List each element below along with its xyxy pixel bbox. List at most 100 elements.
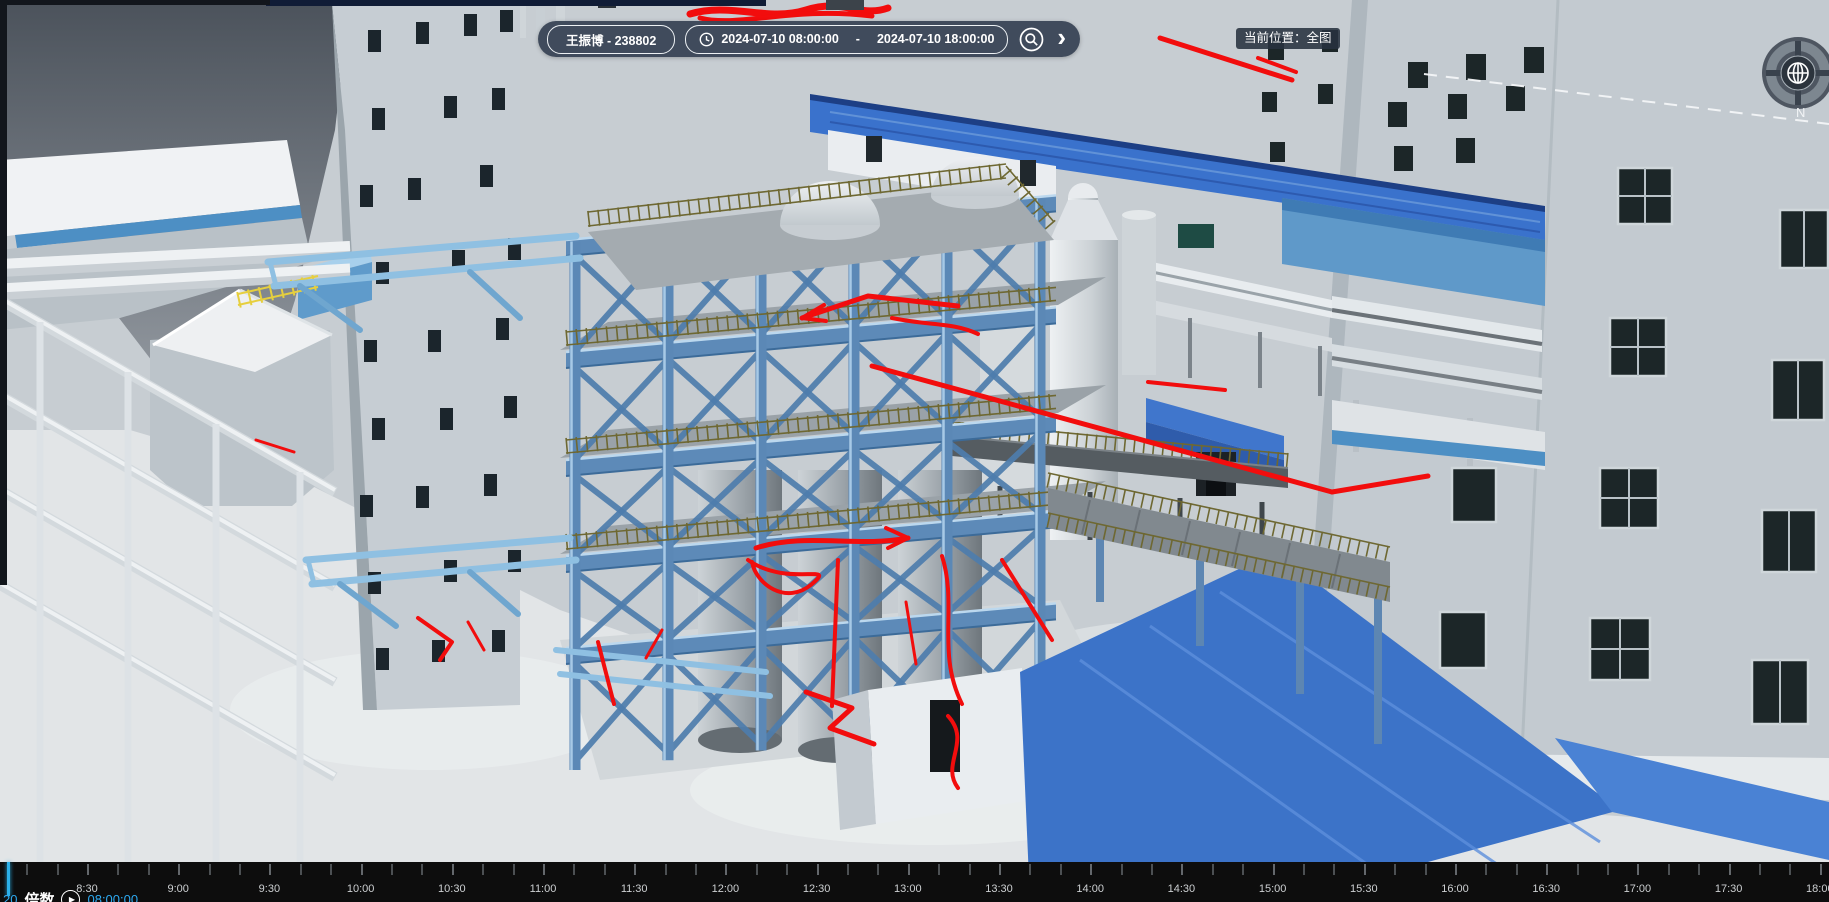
timeline-label: 11:30: [621, 883, 648, 895]
timeline-tick: [57, 864, 59, 875]
search-icon: [1018, 26, 1045, 53]
timeline-tick: [1698, 864, 1700, 875]
time-end: 2024-07-10 18:00:00: [877, 32, 994, 46]
timeline-label: 17:30: [1715, 883, 1743, 895]
timeline-tick: [148, 864, 150, 875]
timeline-tick: [665, 864, 667, 875]
play-button[interactable]: ▶: [61, 890, 80, 902]
compass-north-label: N: [1796, 105, 1805, 120]
search-toolbar: 王振博 - 238802 2024-07-10 08:00:00 - 2024-…: [538, 21, 1080, 57]
timeline-tick: [87, 864, 89, 875]
timeline-label: 13:30: [985, 883, 1013, 895]
timeline-tick: [269, 864, 271, 875]
timeline-tick: [1485, 864, 1487, 875]
timeline-label: 16:30: [1532, 883, 1560, 895]
timeline-tick: [1759, 864, 1761, 875]
time-start: 2024-07-10 08:00:00: [721, 32, 838, 46]
timeline-tick: [391, 864, 393, 875]
timeline-tick: [1516, 864, 1518, 875]
timeline-tick: [695, 864, 697, 875]
timeline-tick: [452, 864, 454, 875]
timeline-tick: [26, 864, 28, 875]
timeline-tick: [1273, 864, 1275, 875]
timeline-tick: [300, 864, 302, 875]
timeline-tick: [1242, 864, 1244, 875]
timeline-tick: [1607, 864, 1609, 875]
timeline-label: 10:30: [438, 883, 466, 895]
person-name: 王振博 - 238802: [566, 30, 656, 49]
timeline-label: 10:00: [347, 883, 375, 895]
current-location-badge: 当前位置：全图: [1236, 28, 1340, 49]
timeline-label: 9:00: [167, 883, 188, 895]
current-location-text: 当前位置：全图: [1244, 31, 1332, 45]
timeline-label: 15:30: [1350, 883, 1378, 895]
timeline-tick: [817, 864, 819, 875]
timeline-label: 9:30: [259, 883, 280, 895]
timeline-tick: [1729, 864, 1731, 875]
speed-label: 倍数: [24, 889, 54, 902]
timeline-tick: [239, 864, 241, 875]
timeline-label: 12:00: [712, 883, 740, 895]
timeline-bar[interactable]: 8:309:009:3010:0010:3011:0011:3012:0012:…: [0, 862, 1829, 902]
timeline-tick: [421, 864, 423, 875]
timeline-tick: [1364, 864, 1366, 875]
timeline-label: 12:30: [803, 883, 831, 895]
chevron-right-icon: ›: [1057, 24, 1066, 50]
left-building: [332, 0, 521, 710]
timeline-tick: [847, 864, 849, 875]
timeline-tick: [330, 864, 332, 875]
timeline-tick: [999, 864, 1001, 875]
timeline-tick: [1121, 864, 1123, 875]
scene-3d-viewport[interactable]: [0, 0, 1829, 902]
timeline-label: 13:00: [894, 883, 922, 895]
timeline-tick: [756, 864, 758, 875]
timeline-tick: [969, 864, 971, 875]
time-range-picker[interactable]: 2024-07-10 08:00:00 - 2024-07-10 18:00:0…: [685, 25, 1008, 54]
timeline-tick: [1789, 864, 1791, 875]
next-button[interactable]: ›: [1055, 26, 1066, 52]
app-window: 王振博 - 238802 2024-07-10 08:00:00 - 2024-…: [0, 0, 1829, 902]
compass-navigation[interactable]: N: [1756, 32, 1829, 122]
clock-icon: [699, 32, 714, 47]
timeline-tick: [634, 864, 636, 875]
timeline-tick: [482, 864, 484, 875]
timeline-label: 18:00: [1806, 883, 1829, 895]
timeline-tick: [117, 864, 119, 875]
timeline-tick: [178, 864, 180, 875]
timeline-tick: [1820, 864, 1822, 875]
search-icon-button[interactable]: [1018, 26, 1045, 53]
timeline-label: 14:30: [1168, 883, 1196, 895]
playback-controls: 20 倍数 ▶ 08:00:00: [3, 889, 138, 902]
timeline-tick: [1090, 864, 1092, 875]
person-select[interactable]: 王振博 - 238802: [547, 25, 675, 54]
timeline-tick: [1668, 864, 1670, 875]
timeline-label: 11:00: [530, 883, 557, 895]
timeline-tick: [786, 864, 788, 875]
timeline-label: 17:00: [1624, 883, 1652, 895]
play-icon: ▶: [69, 895, 75, 902]
current-time: 08:00:00: [87, 892, 138, 902]
timeline-tick: [573, 864, 575, 875]
timeline-tick: [1212, 864, 1214, 875]
timeline-tick: [877, 864, 879, 875]
timeline-tick: [1425, 864, 1427, 875]
timeline-tick: [938, 864, 940, 875]
timeline-tick: [604, 864, 606, 875]
timeline-tick: [1333, 864, 1335, 875]
time-separator: -: [856, 32, 860, 46]
timeline-tick: [361, 864, 363, 875]
timeline-tick: [1455, 864, 1457, 875]
timeline-tick: [1637, 864, 1639, 875]
timeline-tick: [209, 864, 211, 875]
timeline-tick: [1181, 864, 1183, 875]
timeline-tick: [1394, 864, 1396, 875]
timeline-label: 14:00: [1076, 883, 1104, 895]
timeline-tick: [1029, 864, 1031, 875]
timeline-label: 15:00: [1259, 883, 1287, 895]
timeline-tick: [513, 864, 515, 875]
timeline-tick: [543, 864, 545, 875]
timeline-tick: [908, 864, 910, 875]
timeline-tick: [1546, 864, 1548, 875]
speed-value: 20: [3, 892, 17, 902]
timeline-tick: [725, 864, 727, 875]
